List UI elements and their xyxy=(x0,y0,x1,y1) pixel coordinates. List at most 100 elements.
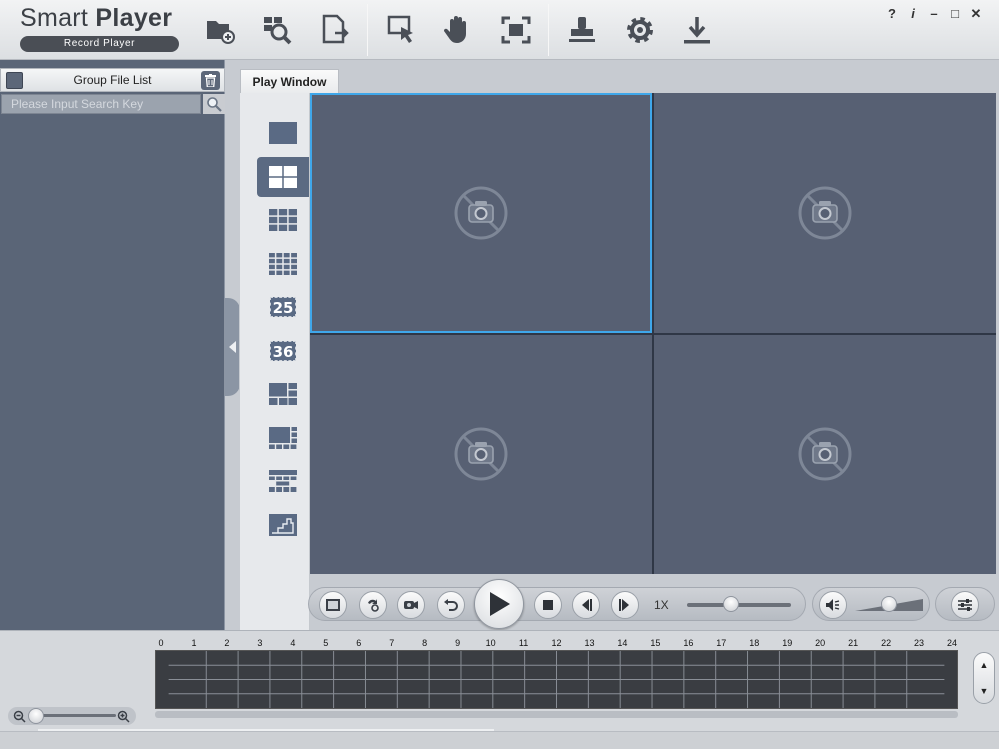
image-adjust-button[interactable] xyxy=(951,591,979,619)
collapse-panel-handle[interactable] xyxy=(225,298,240,396)
tab-play-window[interactable]: Play Window xyxy=(240,69,339,93)
zoom-out-icon[interactable] xyxy=(13,710,26,723)
stop-button[interactable] xyxy=(534,591,562,619)
playback-controls: 1X xyxy=(308,579,806,629)
hour-label: 7 xyxy=(389,638,395,648)
hour-label: 3 xyxy=(257,638,263,648)
volume-slider-knob[interactable] xyxy=(881,596,897,612)
hour-label: 13 xyxy=(584,638,595,648)
hour-label: 16 xyxy=(683,638,694,648)
hour-label: 0 xyxy=(158,638,164,648)
scroll-down-button[interactable]: ▼ xyxy=(974,679,994,703)
app-title-bold: Player xyxy=(95,4,173,32)
trash-icon xyxy=(205,74,216,87)
no-video-camera-icon xyxy=(798,427,852,481)
clip-icon xyxy=(404,601,418,609)
minimize-button[interactable]: – xyxy=(925,6,943,22)
layout-1-icon xyxy=(269,122,297,144)
stop-icon xyxy=(543,600,553,610)
hour-label: 5 xyxy=(323,638,329,648)
video-window[interactable] xyxy=(310,93,652,333)
clip-button[interactable] xyxy=(397,591,425,619)
sync-play-button[interactable] xyxy=(359,591,387,619)
zoom-slider-track[interactable] xyxy=(32,714,116,717)
layout-custom-icon xyxy=(269,513,297,536)
rewind-button[interactable] xyxy=(437,591,465,619)
toolbar-separator xyxy=(367,4,368,56)
open-folder-button[interactable] xyxy=(200,10,240,50)
layout-button[interactable] xyxy=(257,374,309,414)
fullscreen-button[interactable] xyxy=(496,10,536,50)
hour-label: 9 xyxy=(455,638,461,648)
hour-label: 20 xyxy=(815,638,826,648)
gear-icon xyxy=(627,17,653,43)
capture-button[interactable] xyxy=(319,591,347,619)
toolbar-separator xyxy=(548,4,549,56)
hour-label: 15 xyxy=(650,638,661,648)
select-all-checkbox[interactable] xyxy=(6,72,23,89)
hour-label: 23 xyxy=(914,638,925,648)
export-file-button[interactable] xyxy=(315,10,355,50)
next-frame-button[interactable] xyxy=(611,591,639,619)
mute-button[interactable] xyxy=(819,591,847,619)
layout-button[interactable] xyxy=(257,418,309,458)
step-forward-icon xyxy=(619,599,629,611)
hour-label: 12 xyxy=(551,638,562,648)
download-button[interactable] xyxy=(677,10,717,50)
speed-slider-knob[interactable] xyxy=(722,596,739,612)
play-icon xyxy=(490,592,510,616)
maximize-button[interactable]: □ xyxy=(946,6,964,22)
zoom-in-icon[interactable] xyxy=(117,710,130,723)
select-cursor-icon xyxy=(387,15,413,43)
search-file-icon xyxy=(264,17,292,45)
layout-button[interactable] xyxy=(257,505,309,545)
layout-button[interactable]: 36 xyxy=(257,331,309,371)
layout-button[interactable] xyxy=(257,113,309,153)
help-button[interactable]: ? xyxy=(883,6,901,22)
video-window[interactable] xyxy=(654,334,996,574)
timeline-grid[interactable] xyxy=(155,650,958,709)
layout-button[interactable]: 25 xyxy=(257,287,309,327)
layout-6-icon xyxy=(269,383,297,405)
sliders-icon xyxy=(958,599,972,611)
timeline-scrollbar[interactable] xyxy=(155,711,958,718)
hour-label: 24 xyxy=(946,638,958,648)
app-title: Smart Player xyxy=(20,4,172,33)
app-subtitle: Record Player xyxy=(20,36,179,52)
previous-frame-button[interactable] xyxy=(572,591,600,619)
layout-button[interactable] xyxy=(257,156,309,197)
app-title-light: Smart xyxy=(20,4,96,32)
stamp-button[interactable] xyxy=(562,10,602,50)
play-button[interactable] xyxy=(474,579,524,629)
delete-button[interactable] xyxy=(201,71,220,90)
hour-label: 17 xyxy=(716,638,727,648)
speed-slider-track[interactable] xyxy=(687,603,791,607)
video-window[interactable] xyxy=(654,93,996,333)
group-file-title: Group File List xyxy=(73,73,152,87)
group-file-panel: Group File List xyxy=(0,60,225,630)
volume-controls xyxy=(812,587,930,621)
search-button[interactable] xyxy=(203,94,225,114)
download-icon xyxy=(684,17,710,44)
close-button[interactable]: ✕ xyxy=(967,6,985,22)
adjust-controls xyxy=(935,587,995,621)
layout-button[interactable] xyxy=(257,461,309,501)
video-window[interactable] xyxy=(310,334,652,574)
search-file-button[interactable] xyxy=(257,10,297,50)
info-button[interactable]: i xyxy=(904,6,922,22)
export-file-icon xyxy=(322,14,349,44)
sync-icon xyxy=(368,599,379,612)
speaker-icon xyxy=(826,599,840,611)
select-button[interactable] xyxy=(382,10,422,50)
layout-button[interactable] xyxy=(257,244,309,284)
layout-button[interactable] xyxy=(257,200,309,240)
hour-label: 19 xyxy=(782,638,793,648)
layout-4-icon xyxy=(269,165,297,188)
settings-button[interactable] xyxy=(620,10,660,50)
scroll-up-button[interactable]: ▲ xyxy=(974,653,994,677)
chevron-left-icon xyxy=(228,341,236,353)
layout-16-icon xyxy=(269,252,297,275)
zoom-slider-knob[interactable] xyxy=(28,708,44,724)
search-input[interactable] xyxy=(1,94,201,114)
pan-button[interactable] xyxy=(438,10,478,50)
